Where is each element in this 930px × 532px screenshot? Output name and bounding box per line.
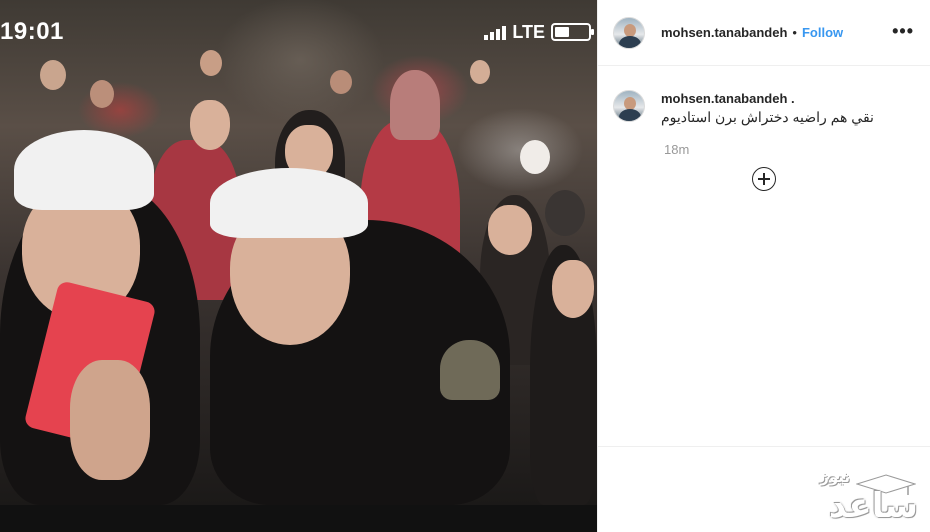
comment-text: نقي هم راضيه دختراش برن استاديوم bbox=[661, 109, 874, 125]
network-label: LTE bbox=[512, 21, 545, 42]
crowd-person bbox=[545, 190, 585, 236]
battery-level bbox=[555, 27, 569, 37]
caption-comment: mohsen.tanabandeh . نقي هم راضيه دختراش … bbox=[613, 90, 913, 126]
background-face bbox=[190, 100, 230, 150]
comment-body: mohsen.tanabandeh . نقي هم راضيه دختراش … bbox=[661, 90, 874, 126]
olive-scarf bbox=[440, 340, 500, 400]
signal-icon bbox=[484, 24, 507, 40]
crowd-flag bbox=[520, 140, 550, 174]
avatar[interactable] bbox=[613, 16, 645, 49]
post-header: mohsen.tanabandeh • Follow ••• bbox=[597, 0, 930, 66]
crowd-face bbox=[330, 70, 352, 94]
battery-icon bbox=[551, 23, 594, 41]
background-face bbox=[488, 205, 532, 255]
crowd-face bbox=[90, 80, 114, 108]
background-face bbox=[552, 260, 594, 318]
pink-scarf bbox=[390, 70, 440, 140]
watermark-brand: ساعد bbox=[828, 486, 918, 526]
white-cap-center bbox=[210, 168, 368, 238]
hand bbox=[70, 360, 150, 480]
crowd-face bbox=[200, 50, 222, 76]
follow-button[interactable]: Follow bbox=[802, 25, 843, 40]
comment-username-line: mohsen.tanabandeh . bbox=[661, 90, 874, 108]
comment-timestamp[interactable]: 18m bbox=[664, 142, 689, 157]
post-photo bbox=[0, 0, 597, 505]
plus-circle-icon[interactable] bbox=[752, 167, 776, 191]
crowd-face bbox=[470, 60, 490, 84]
comment-avatar[interactable] bbox=[613, 90, 645, 122]
comment-username[interactable]: mohsen.tanabandeh bbox=[661, 91, 787, 106]
status-time: 19:01 bbox=[0, 18, 64, 45]
post-media[interactable]: 19:01 LTE bbox=[0, 0, 597, 532]
divider bbox=[597, 446, 930, 447]
status-right: LTE bbox=[484, 21, 594, 42]
comment-suffix: . bbox=[791, 91, 795, 106]
watermark-tag: نیوز bbox=[820, 468, 850, 486]
image-bottom-bar bbox=[0, 505, 597, 532]
crowd-face bbox=[40, 60, 66, 90]
header-separator: • bbox=[792, 25, 797, 40]
post-info-panel bbox=[597, 0, 930, 532]
white-cap-left bbox=[14, 130, 154, 210]
watermark-logo: نیوز ساعد bbox=[796, 468, 922, 526]
header-username[interactable]: mohsen.tanabandeh bbox=[661, 25, 787, 40]
more-options-icon[interactable]: ••• bbox=[892, 22, 914, 40]
